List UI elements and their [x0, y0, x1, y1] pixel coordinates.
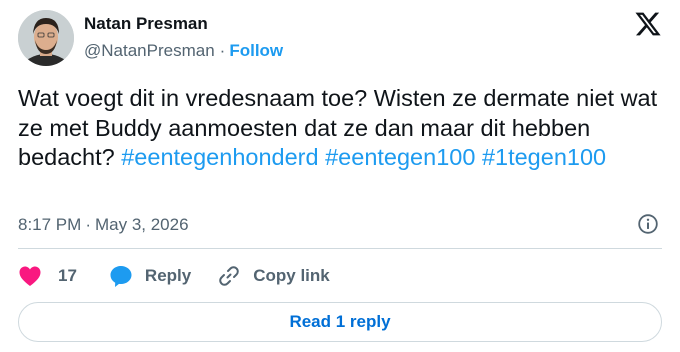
timestamp-separator: ·: [85, 215, 91, 234]
author-handle-row: @NatanPresman · Follow: [84, 41, 283, 61]
link-icon: [217, 264, 241, 288]
handle-separator: ·: [219, 41, 226, 60]
hashtag-link[interactable]: #eentegenhonderd: [121, 144, 318, 170]
author-handle[interactable]: @NatanPresman: [84, 41, 215, 60]
heart-icon: [18, 265, 42, 287]
tweet-text: Wat voegt dit in vredesnaam toe? Wisten …: [18, 84, 658, 173]
tweet-time: 8:17 PM: [18, 215, 82, 234]
info-icon[interactable]: [637, 213, 659, 235]
tweet-card: Natan Presman @NatanPresman · Follow Wat v…: [0, 0, 680, 352]
hashtag-link[interactable]: #1tegen100: [482, 144, 606, 170]
tweet-timestamp[interactable]: 8:17 PM · May 3, 2026: [18, 214, 189, 236]
copy-link-label: Copy link: [253, 266, 330, 285]
x-logo-icon[interactable]: [634, 10, 662, 38]
author-name[interactable]: Natan Presman: [84, 14, 208, 34]
tweet-date: May 3, 2026: [94, 215, 189, 234]
reply-bubble-icon: [109, 264, 133, 288]
like-button[interactable]: 17: [18, 265, 77, 287]
reply-button[interactable]: Reply: [109, 264, 191, 288]
like-count: 17: [58, 266, 77, 285]
avatar[interactable]: [18, 10, 74, 66]
divider: [18, 248, 662, 249]
copy-link-button[interactable]: Copy link: [217, 264, 330, 288]
follow-button[interactable]: Follow: [229, 41, 283, 60]
action-bar: 17 Reply Copy link: [18, 262, 330, 290]
reply-label: Reply: [144, 266, 192, 285]
hashtag-link[interactable]: #eentegen100: [325, 144, 475, 170]
read-replies-button[interactable]: Read 1 reply: [18, 302, 662, 342]
